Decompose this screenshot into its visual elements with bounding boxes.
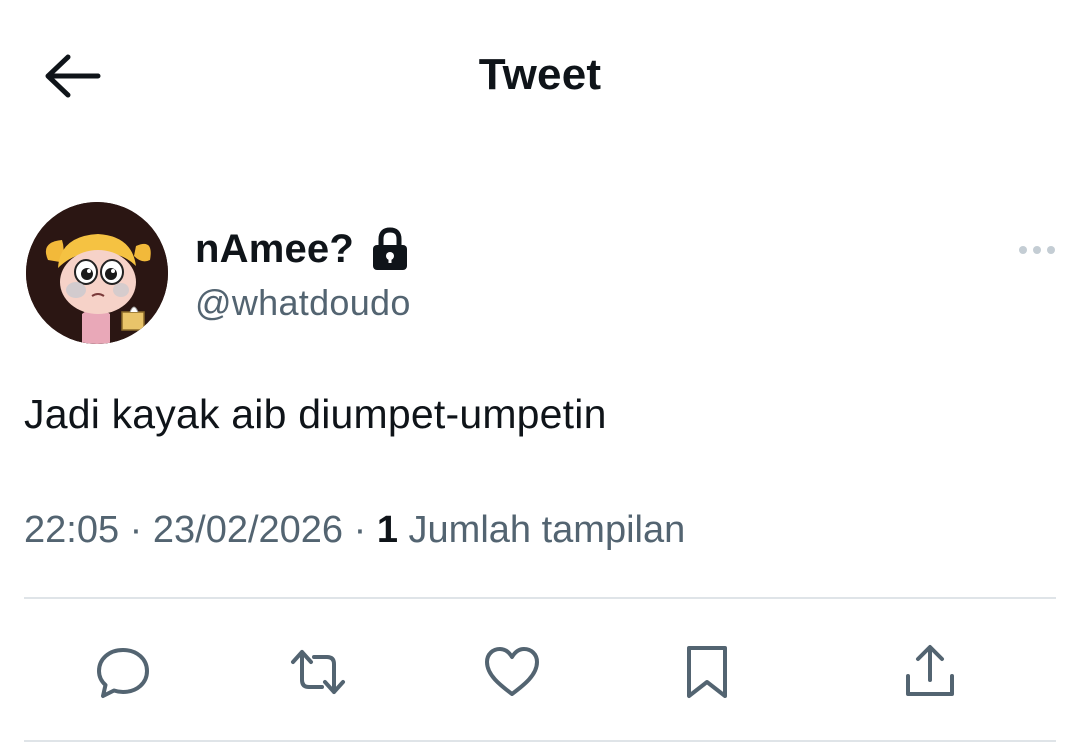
- divider: [24, 740, 1056, 742]
- author-name-row: nAmee?: [195, 224, 410, 274]
- top-bar: Tweet: [0, 0, 1080, 150]
- separator: ·: [353, 509, 367, 551]
- bookmark-button[interactable]: [671, 636, 743, 708]
- retweet-icon: [291, 650, 345, 694]
- action-bar: [0, 636, 1080, 708]
- more-dot-icon: [1047, 246, 1055, 254]
- tweet-time[interactable]: 22:05: [24, 509, 119, 551]
- retweet-button[interactable]: [282, 636, 354, 708]
- reply-icon: [97, 648, 149, 698]
- share-button[interactable]: [894, 636, 966, 708]
- page-title: Tweet: [478, 50, 602, 99]
- tweet-date[interactable]: 23/02/2026: [153, 509, 343, 551]
- avatar[interactable]: [26, 202, 168, 344]
- more-options-button[interactable]: [1012, 232, 1062, 268]
- more-dot-icon: [1019, 246, 1027, 254]
- lock-icon: [370, 226, 410, 272]
- like-button[interactable]: [476, 636, 548, 708]
- more-dot-icon: [1033, 246, 1041, 254]
- tweet-text: Jadi kayak aib diumpet-umpetin: [24, 391, 607, 437]
- views-label: Jumlah tampilan: [408, 509, 686, 551]
- heart-icon: [485, 647, 539, 696]
- separator: ·: [129, 509, 143, 551]
- reply-button[interactable]: [87, 636, 159, 708]
- views-count: 1: [376, 509, 398, 551]
- username[interactable]: @whatdoudo: [195, 282, 411, 324]
- tweet-meta: 22:05 · 23/02/2026 · 1 Jumlah tampilan: [24, 506, 685, 554]
- bookmark-icon: [687, 646, 727, 698]
- cartoon-girl-avatar: [26, 202, 168, 344]
- display-name[interactable]: nAmee?: [195, 227, 354, 272]
- share-icon: [906, 645, 954, 696]
- divider: [24, 597, 1056, 599]
